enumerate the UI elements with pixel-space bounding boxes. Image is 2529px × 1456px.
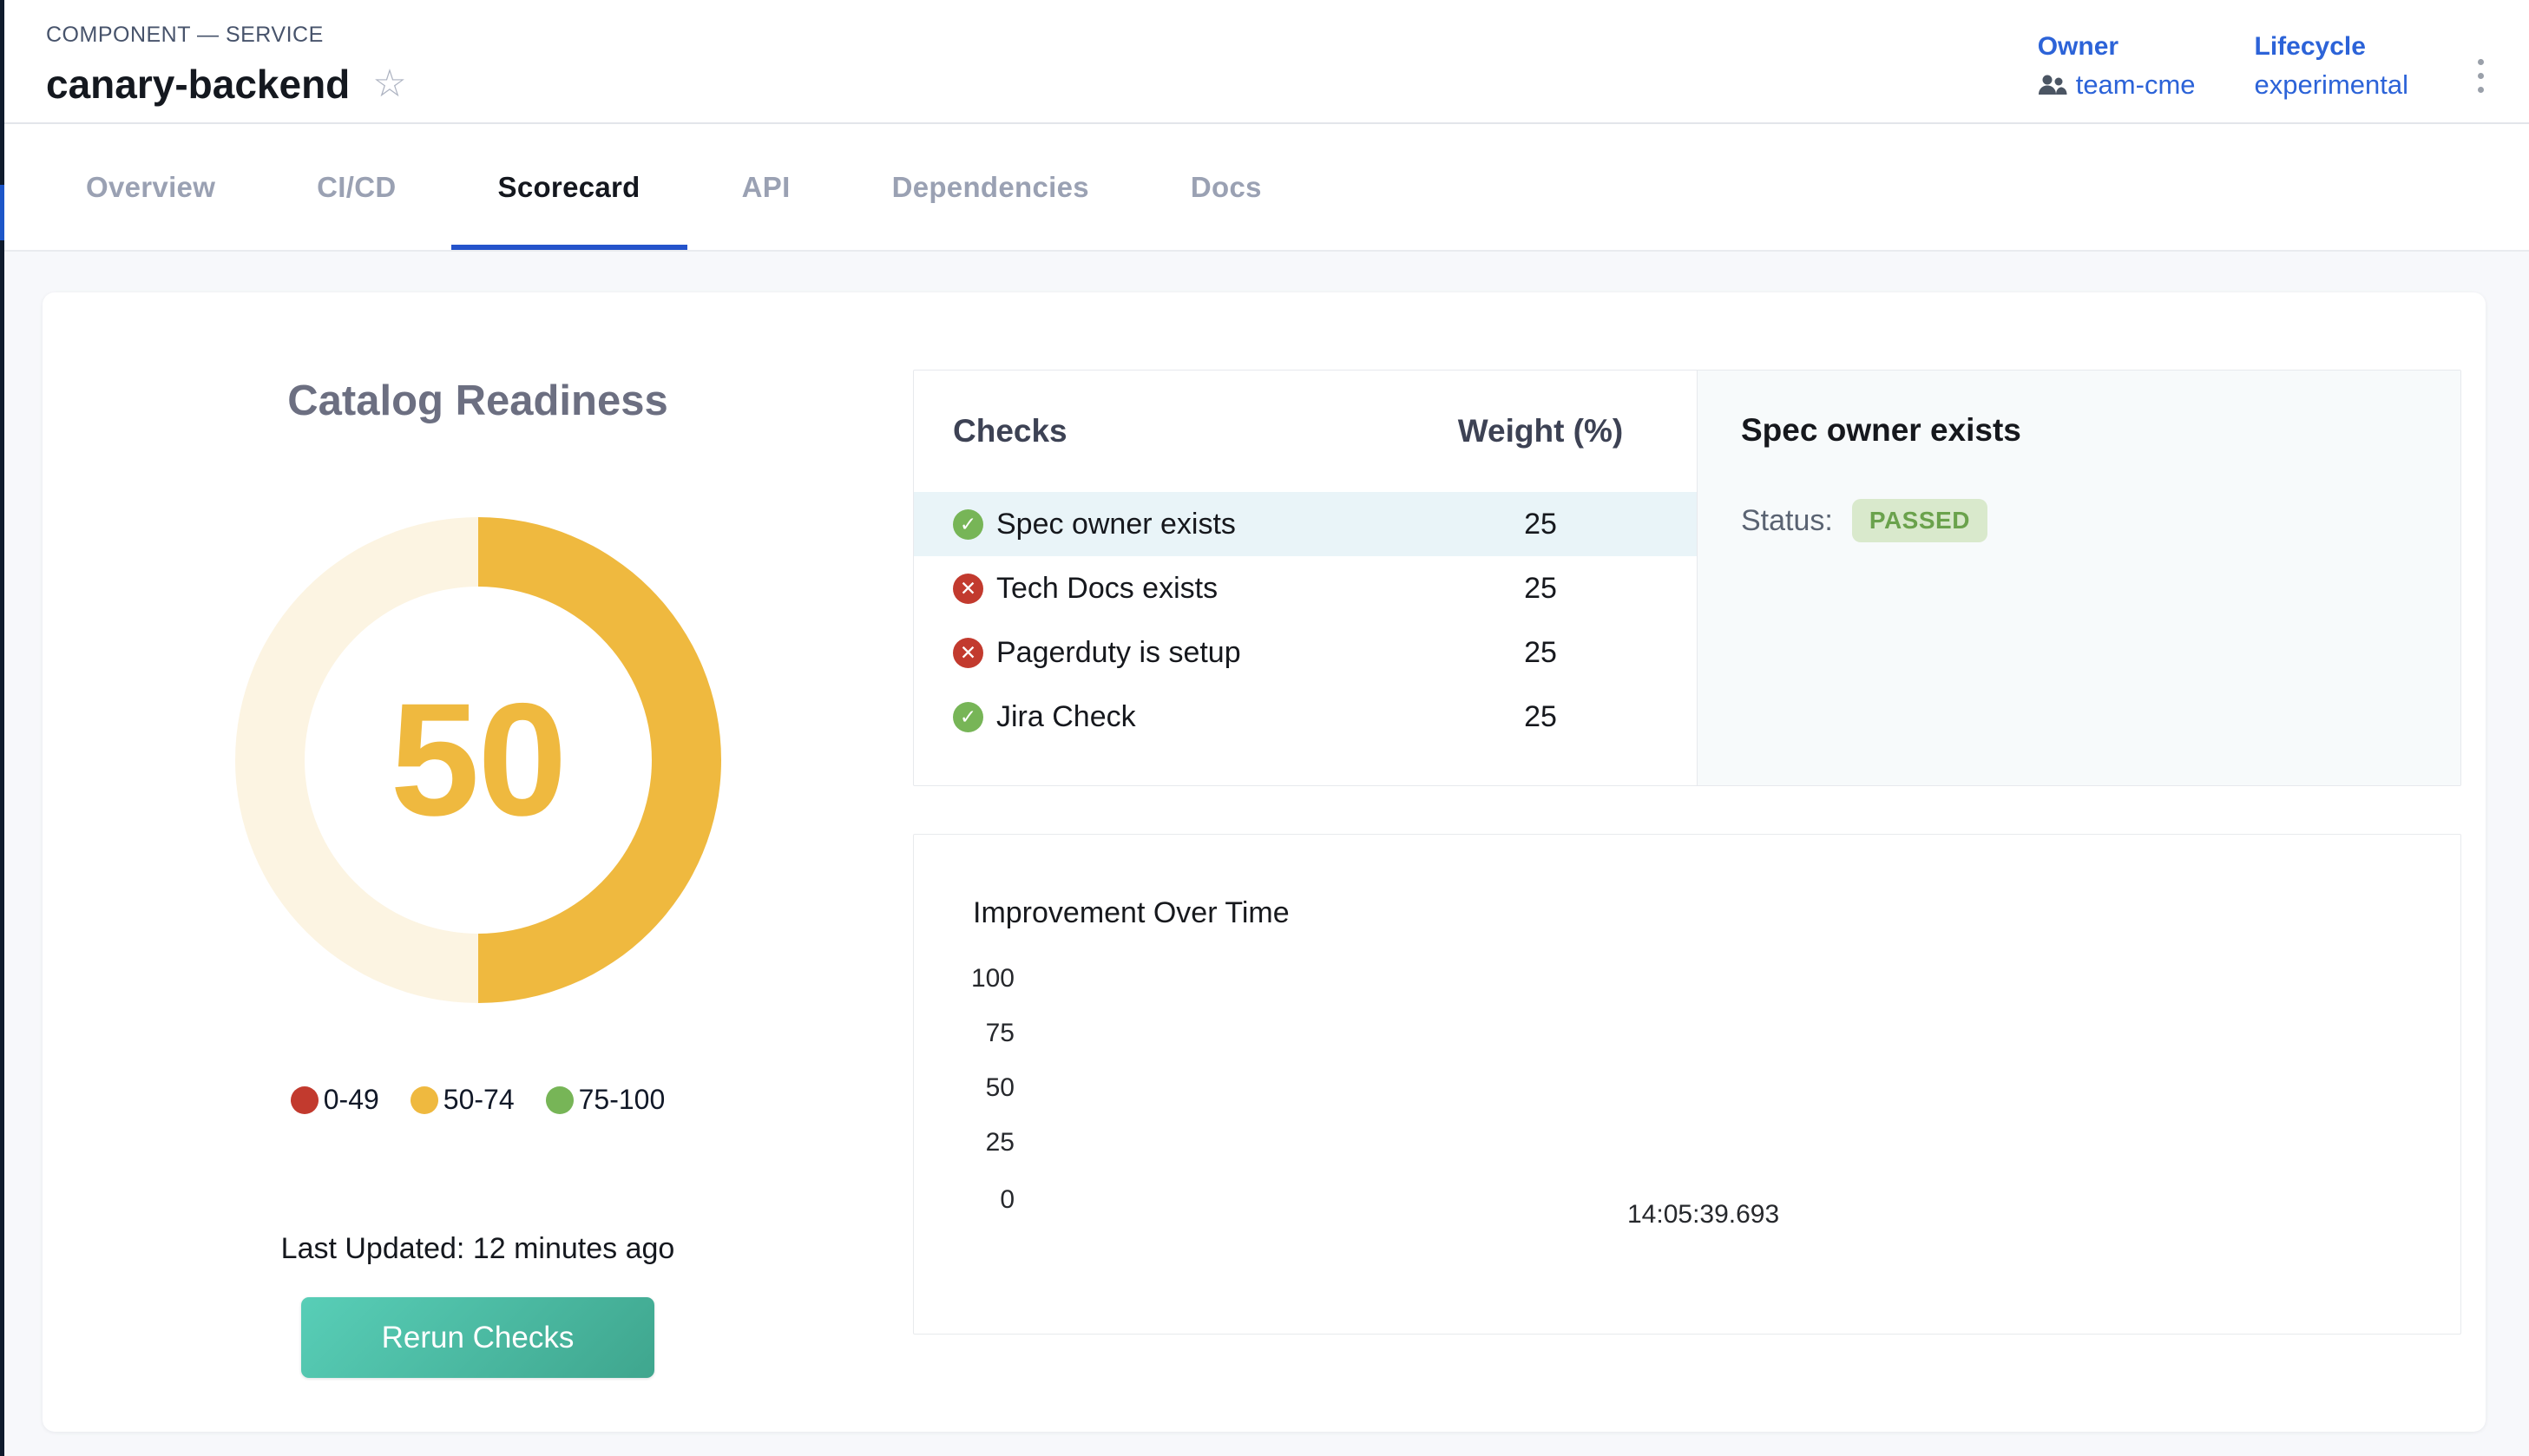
more-options-button[interactable] <box>2474 56 2487 96</box>
collapsed-sidebar-rail <box>0 0 4 1456</box>
page-title: canary-backend <box>46 61 350 108</box>
checks-table-header: Checks Weight (%) <box>914 412 1697 450</box>
improvement-chart-title: Improvement Over Time <box>973 897 1290 928</box>
table-row[interactable]: ✓ Jira Check 25 <box>914 685 1697 749</box>
legend-item-low: 0-49 <box>291 1084 379 1116</box>
check-failed-icon: ✕ <box>953 638 983 668</box>
owner-block: Owner team-cme <box>2038 33 2196 101</box>
lifecycle-value: experimental <box>2255 69 2408 101</box>
table-row[interactable]: ✓ Spec owner exists 25 <box>914 492 1697 556</box>
tab-api[interactable]: API <box>695 124 838 250</box>
check-passed-icon: ✓ <box>953 509 983 540</box>
checks-card: Checks Weight (%) ✓ Spec owner exists 25… <box>913 370 2461 786</box>
lifecycle-block: Lifecycle experimental <box>2255 33 2408 101</box>
tab-scorecard[interactable]: Scorecard <box>451 124 687 250</box>
entity-header: COMPONENT — SERVICE canary-backend ☆ Own… <box>0 0 2529 124</box>
checks-column-header: Checks <box>953 413 1436 449</box>
scorecard-title: Catalog Readiness <box>287 375 667 427</box>
rerun-checks-button[interactable]: Rerun Checks <box>301 1297 654 1378</box>
check-detail-title: Spec owner exists <box>1741 410 2417 450</box>
lifecycle-label: Lifecycle <box>2255 33 2408 61</box>
legend-item-high: 75-100 <box>546 1084 666 1116</box>
status-label: Status: <box>1741 504 1833 538</box>
y-axis-tick: 100 <box>928 961 1015 996</box>
entity-type-label: COMPONENT — SERVICE <box>46 23 407 47</box>
x-axis-tick: 14:05:39.693 <box>1627 1197 1779 1232</box>
last-updated-text: Last Updated: 12 minutes ago <box>281 1231 675 1266</box>
tab-cicd[interactable]: CI/CD <box>270 124 443 250</box>
y-axis-tick: 25 <box>928 1125 1015 1160</box>
improvement-chart-card: Improvement Over Time 100 75 50 25 0 14:… <box>913 834 2461 1335</box>
checks-table: Checks Weight (%) ✓ Spec owner exists 25… <box>914 371 1697 785</box>
owner-link[interactable]: team-cme <box>2076 69 2196 101</box>
check-passed-icon: ✓ <box>953 702 983 732</box>
tab-overview[interactable]: Overview <box>39 124 262 250</box>
more-options-icon <box>2478 59 2484 65</box>
score-legend: 0-49 50-74 75-100 <box>291 1084 666 1116</box>
entity-identity: COMPONENT — SERVICE canary-backend ☆ <box>46 23 407 108</box>
score-value: 50 <box>235 517 721 1003</box>
y-axis-tick: 0 <box>928 1183 1015 1217</box>
owner-label: Owner <box>2038 33 2196 61</box>
tab-dependencies[interactable]: Dependencies <box>845 124 1136 250</box>
checks-and-trend-column: Checks Weight (%) ✓ Spec owner exists 25… <box>913 292 2486 1432</box>
favorite-button[interactable]: ☆ <box>372 65 406 103</box>
yellow-dot-icon <box>411 1086 438 1114</box>
score-gauge: 50 <box>235 517 721 1003</box>
check-detail-panel: Spec owner exists Status: PASSED <box>1697 371 2460 785</box>
weight-column-header: Weight (%) <box>1436 413 1645 449</box>
legend-item-mid: 50-74 <box>411 1084 515 1116</box>
y-axis-tick: 75 <box>928 1016 1015 1051</box>
check-failed-icon: ✕ <box>953 574 983 604</box>
status-badge: PASSED <box>1852 499 1987 542</box>
tab-docs[interactable]: Docs <box>1144 124 1309 250</box>
y-axis-tick: 50 <box>928 1071 1015 1105</box>
group-icon <box>2038 74 2067 96</box>
entity-meta: Owner team-cme Lifecycle experimental <box>2038 33 2487 101</box>
star-icon: ☆ <box>372 65 406 103</box>
green-dot-icon <box>546 1086 574 1114</box>
entity-tab-bar: Overview CI/CD Scorecard API Dependencie… <box>0 124 2529 252</box>
red-dot-icon <box>291 1086 319 1114</box>
sidebar-active-indicator <box>0 185 4 240</box>
table-row[interactable]: ✕ Tech Docs exists 25 <box>914 556 1697 620</box>
table-row[interactable]: ✕ Pagerduty is setup 25 <box>914 620 1697 685</box>
catalog-readiness-section: Catalog Readiness 50 0-49 50-74 75-100 L… <box>43 292 913 1432</box>
scorecard-panel: Catalog Readiness 50 0-49 50-74 75-100 L… <box>43 292 2486 1432</box>
